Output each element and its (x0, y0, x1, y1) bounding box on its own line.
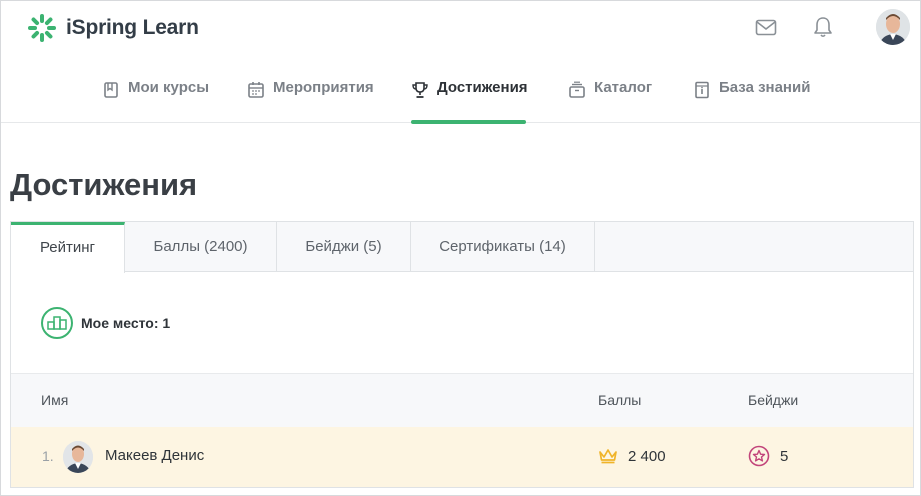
achievements-card: Рейтинг Баллы (2400) Бейджи (5) Сертифик… (10, 221, 914, 488)
column-header-points[interactable]: Баллы (598, 374, 641, 426)
nav-item-label: Мероприятия (273, 79, 374, 96)
catalog-icon (569, 81, 585, 98)
my-place-label: Мое место: 1 (81, 315, 171, 331)
main-nav: Мои курсы Мероприятия Достижения Каталог… (1, 79, 920, 123)
nav-item-knowledge-base[interactable]: База знаний (693, 79, 810, 123)
table-header: Имя Баллы Бейджи (11, 373, 913, 427)
nav-item-catalog[interactable]: Каталог (568, 79, 652, 123)
knowledge-base-icon (695, 81, 709, 99)
table-row[interactable]: 1. Макеев Денис 2 400 5 (11, 427, 913, 487)
crown-icon (599, 449, 617, 464)
calendar-icon (248, 82, 264, 98)
avatar (63, 441, 93, 473)
nav-item-my-courses[interactable]: Мои курсы (102, 79, 209, 123)
nav-item-label: Каталог (594, 79, 653, 96)
tab-bar: Рейтинг Баллы (2400) Бейджи (5) Сертифик… (11, 222, 913, 273)
book-icon (104, 82, 118, 98)
row-badges-value: 5 (780, 447, 789, 465)
notifications-bell-icon[interactable] (813, 16, 833, 43)
mail-icon[interactable] (755, 19, 777, 42)
nav-item-label: База знаний (719, 79, 811, 96)
column-header-badges[interactable]: Бейджи (748, 374, 798, 426)
logo[interactable]: iSpring Learn (27, 13, 199, 43)
header: iSpring Learn Мои курсы Мероприятия Дост… (1, 1, 920, 123)
tab-badges[interactable]: Бейджи (5) (277, 222, 411, 272)
user-avatar[interactable] (876, 9, 910, 45)
column-header-name[interactable]: Имя (41, 374, 68, 426)
row-points-value: 2 400 (628, 447, 666, 465)
tab-certificates[interactable]: Сертификаты (14) (411, 222, 595, 272)
nav-item-label: Достижения (437, 79, 528, 96)
trophy-icon (412, 82, 428, 98)
app-window: iSpring Learn Мои курсы Мероприятия Дост… (0, 0, 921, 496)
nav-item-label: Мои курсы (128, 79, 210, 96)
row-user-name[interactable]: Макеев Денис (105, 427, 204, 485)
podium-icon (41, 307, 73, 339)
app-name: iSpring Learn (66, 16, 199, 39)
nav-item-achievements[interactable]: Достижения (411, 79, 528, 123)
my-place: Мое место: 1 (41, 307, 170, 339)
tab-rating[interactable]: Рейтинг (11, 222, 125, 273)
row-points: 2 400 (598, 427, 666, 485)
star-badge-icon (748, 445, 770, 467)
ispring-logo-icon (28, 14, 56, 42)
row-badges: 5 (748, 427, 788, 485)
nav-item-events[interactable]: Мероприятия (247, 79, 374, 123)
active-nav-indicator (411, 120, 526, 124)
tab-points[interactable]: Баллы (2400) (125, 222, 277, 272)
page-title: Достижения (10, 167, 198, 202)
row-rank: 1. (42, 448, 54, 464)
